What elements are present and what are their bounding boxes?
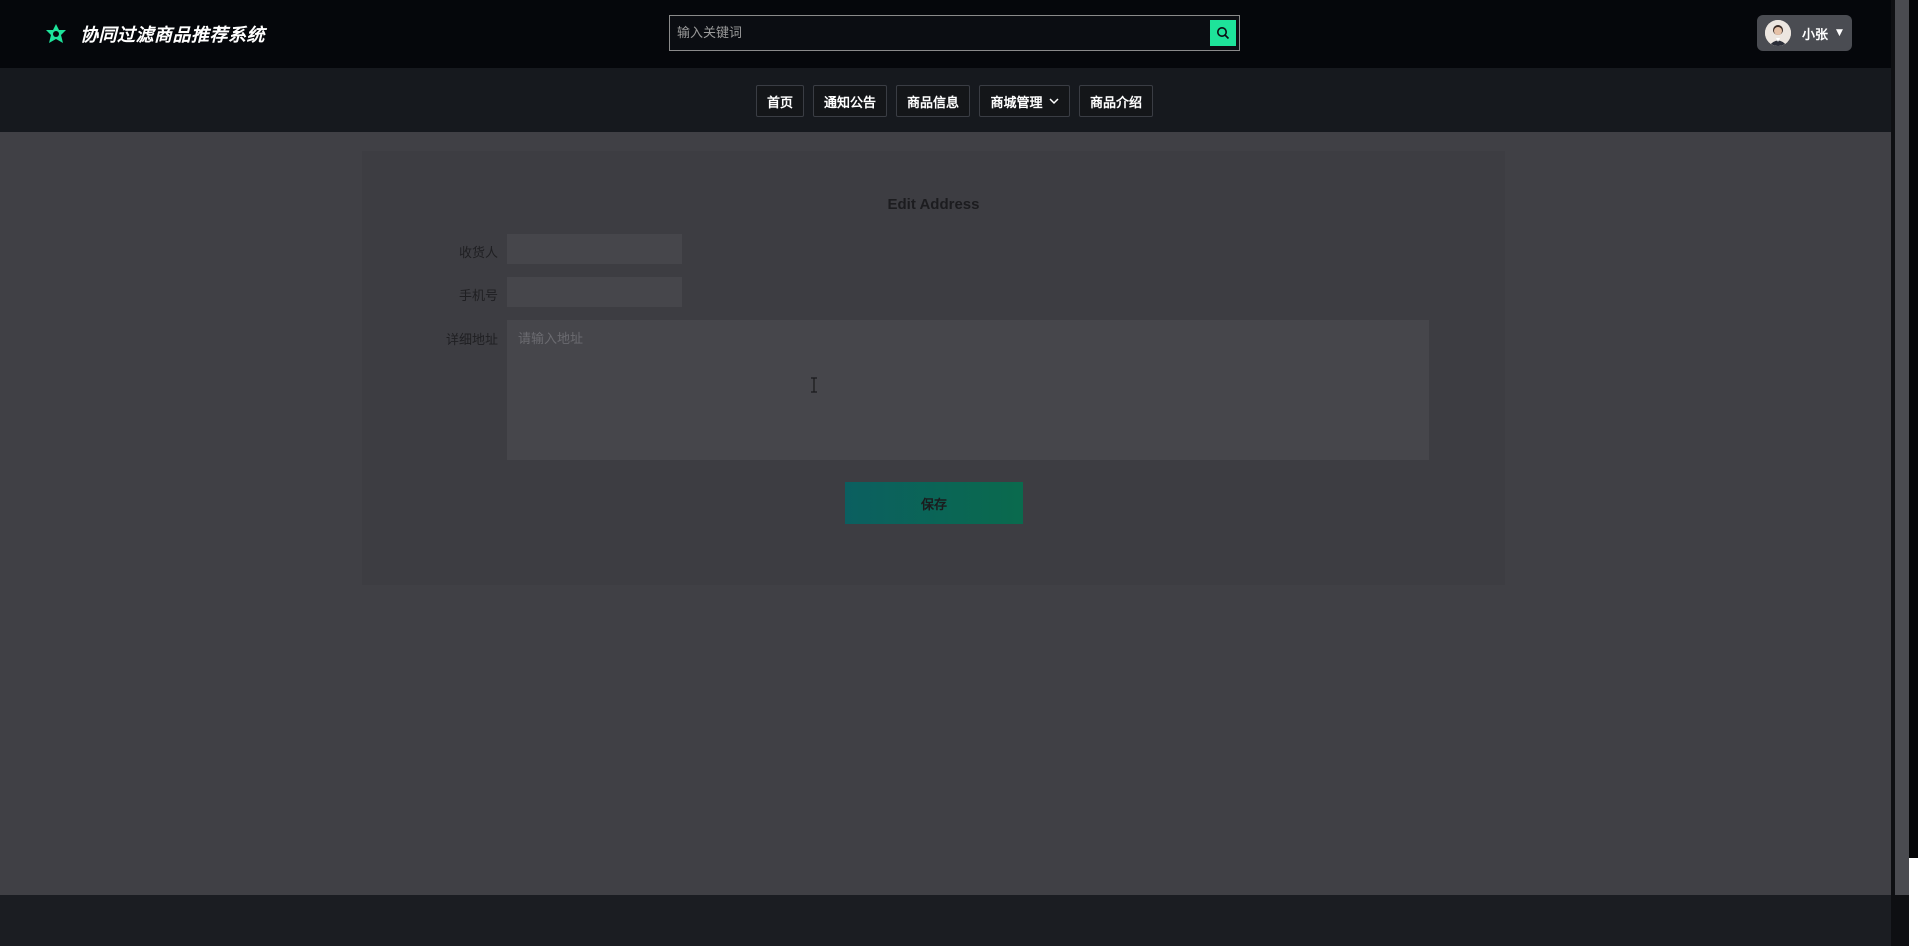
receiver-label: 收货人 xyxy=(458,246,498,261)
search-input[interactable] xyxy=(670,16,1210,50)
text-cursor-icon xyxy=(811,377,817,393)
scrollbar-edge-dark xyxy=(1909,0,1918,858)
user-avatar-icon xyxy=(1765,20,1791,46)
phone-label: 手机号 xyxy=(458,289,498,304)
user-menu[interactable]: 小张 ▼ xyxy=(1757,15,1852,51)
nav-item-label: 商品信息 xyxy=(906,95,959,111)
caret-down-icon: ▼ xyxy=(1836,28,1843,38)
leaf-logo-icon xyxy=(46,24,66,43)
nav-item-home[interactable]: 首页 xyxy=(756,85,804,117)
nav-item-label: 通知公告 xyxy=(823,95,876,111)
phone-input[interactable] xyxy=(507,277,682,307)
scrollbar-thumb[interactable] xyxy=(1895,0,1909,895)
search-icon xyxy=(1217,27,1230,40)
chevron-down-icon xyxy=(1048,97,1059,105)
user-name: 小张 xyxy=(1802,27,1829,43)
brand[interactable]: 协同过滤商品推荐系统 xyxy=(44,0,265,68)
main-nav: 首页 通知公告 商品信息 商城管理 商品介绍 xyxy=(0,68,1918,132)
search-box xyxy=(669,15,1240,51)
nav-item-label: 商品介绍 xyxy=(1089,95,1142,111)
avatar xyxy=(1765,20,1791,46)
top-header: 协同过滤商品推荐系统 小张 ▼ xyxy=(0,0,1918,68)
footer xyxy=(0,895,1909,946)
nav-item-mall-management[interactable]: 商城管理 xyxy=(979,85,1070,117)
nav-item-notices[interactable]: 通知公告 xyxy=(813,85,887,117)
save-button[interactable]: 保存 xyxy=(845,482,1023,524)
search-button[interactable] xyxy=(1210,20,1236,46)
brand-title: 协同过滤商品推荐系统 xyxy=(80,25,265,46)
receiver-input[interactable] xyxy=(507,234,682,264)
address-textarea[interactable] xyxy=(507,320,1429,460)
nav-item-label: 首页 xyxy=(766,95,793,111)
address-label: 详细地址 xyxy=(445,333,498,348)
form-title: Edit Address xyxy=(887,196,980,213)
nav-item-goods-info[interactable]: 商品信息 xyxy=(896,85,970,117)
nav-item-goods-intro[interactable]: 商品介绍 xyxy=(1079,85,1153,117)
nav-item-label: 商城管理 xyxy=(990,95,1043,111)
